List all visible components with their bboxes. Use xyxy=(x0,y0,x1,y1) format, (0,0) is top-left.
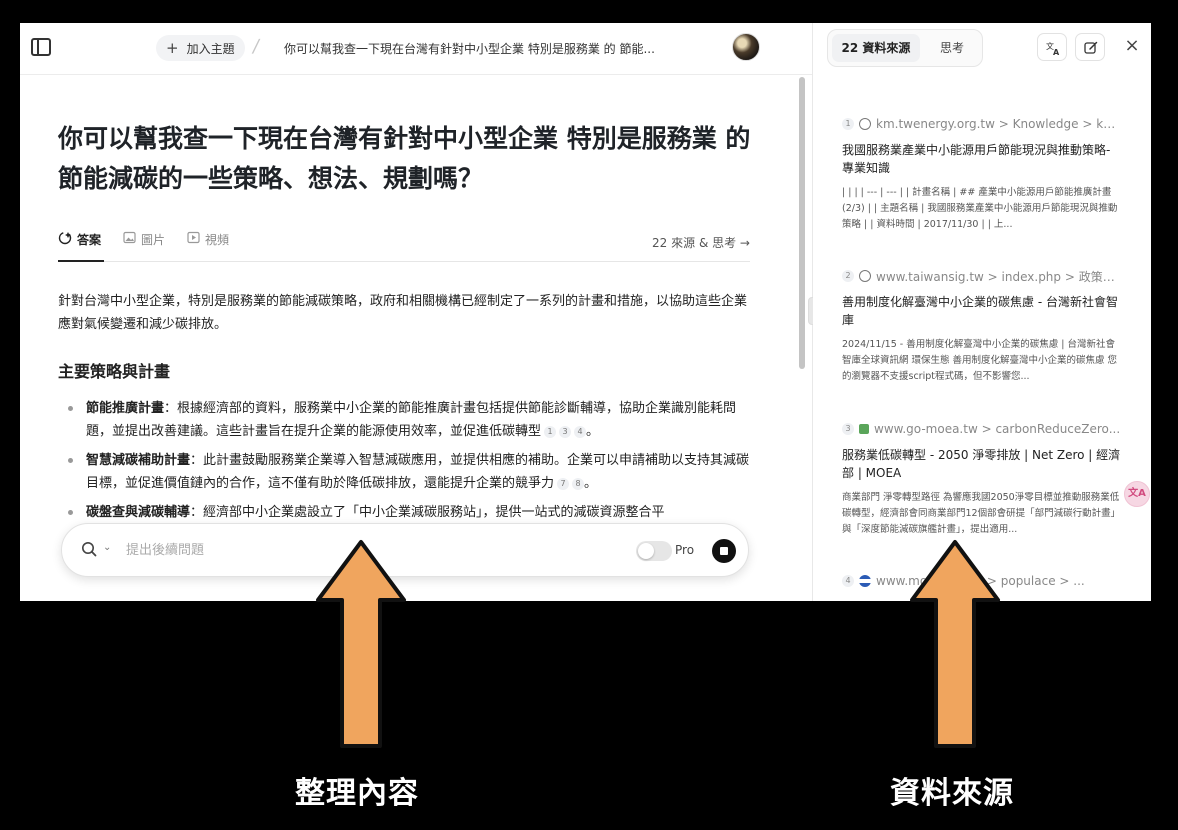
sources-pane-tabs: 22 資料來源 思考 xyxy=(827,29,983,67)
citation-badge[interactable]: 4 xyxy=(574,425,587,438)
stop-button[interactable] xyxy=(712,539,736,563)
pro-label: Pro xyxy=(675,543,695,557)
strategy-list: 節能推廣計畫：根據經濟部的資料，服務業中小企業的節能推廣計畫包括提供節能診斷輔導… xyxy=(64,397,754,530)
flag-favicon-icon xyxy=(859,575,871,587)
tab-sources[interactable]: 22 資料來源 xyxy=(832,34,920,62)
source-header: 3 www.go-moea.tw > carbonReduceZero... xyxy=(842,420,1122,438)
search-icon[interactable] xyxy=(81,541,97,557)
source-site: km.twenergy.org.tw > Knowledge > kno... xyxy=(876,117,1122,131)
tab-thinking[interactable]: 思考 xyxy=(940,34,964,62)
add-topic-button[interactable]: + 加入主題 xyxy=(156,35,245,61)
sidebar-toggle-icon[interactable] xyxy=(31,38,51,56)
section-heading: 主要策略與計畫 xyxy=(58,362,171,381)
source-header: 1 km.twenergy.org.tw > Knowledge > kno..… xyxy=(842,115,1122,133)
app-window: + 加入主題 / 你可以幫我查一下現在台灣有針對中小型企業 特別是服務業 的 節… xyxy=(20,23,1151,601)
source-card[interactable]: 2 www.taiwansig.tw > index.php > 政策報... … xyxy=(842,267,1122,385)
source-site: www.taiwansig.tw > index.php > 政策報... xyxy=(876,269,1122,284)
source-number: 3 xyxy=(842,423,854,435)
source-number: 2 xyxy=(842,270,854,282)
list-item: 智慧減碳補助計畫：此計畫鼓勵服務業企業導入智慧減碳應用，並提供相應的補助。企業可… xyxy=(64,449,754,495)
breadcrumb-separator: / xyxy=(251,36,261,57)
list-item-text: ：根據經濟部的資料，服務業中小企業的節能推廣計畫包括提供節能診斷輔導，協助企業識… xyxy=(86,401,737,439)
source-number: 1 xyxy=(842,118,854,130)
breadcrumb-thread-title[interactable]: 你可以幫我查一下現在台灣有針對中小型企業 特別是服務業 的 節能... xyxy=(284,40,704,57)
tab-videos-label: 視頻 xyxy=(205,233,230,247)
source-site: www.go-moea.tw > carbonReduceZero... xyxy=(874,422,1121,436)
answer-tabs: 答案 圖片 視頻 22 來源 & 思考 → xyxy=(58,227,750,262)
svg-text:A: A xyxy=(1053,48,1060,56)
scrollbar-thumb[interactable] xyxy=(799,77,805,369)
source-card[interactable]: 3 www.go-moea.tw > carbonReduceZero... 服… xyxy=(842,420,1122,538)
question-title: 你可以幫我查一下現在台灣有針對中小型企業 特別是服務業 的 節能減碳的一些策略、… xyxy=(58,124,751,193)
source-snippet: 商業部門 淨零轉型路徑 為響應我國2050淨零目標並推動服務業低碳轉型，經濟部會… xyxy=(842,492,1121,535)
sources-and-thinking-link[interactable]: 22 來源 & 思考 → xyxy=(652,234,750,251)
leaf-favicon-icon xyxy=(859,424,869,434)
caption-data-sources: 資料來源 xyxy=(890,776,1014,811)
list-item: 碳盤查與減碳輔導：經濟部中小企業處設立了「中小企業減碳服務站」，提供一站式的減碳… xyxy=(64,501,754,524)
list-item-heading: 碳盤查與減碳輔導 xyxy=(86,505,191,520)
chevron-down-icon[interactable]: ⌄ xyxy=(103,542,111,553)
citation-badge[interactable]: 8 xyxy=(572,477,585,490)
source-snippet: | | | | --- | --- | | 計畫名稱 | ## 產業中小能源用戶… xyxy=(842,187,1118,230)
globe-icon xyxy=(859,118,871,130)
answer-intro: 針對台灣中小型企業，特別是服務業的節能減碳策略，政府和相關機構已經制定了一系列的… xyxy=(58,294,748,332)
add-topic-label: 加入主題 xyxy=(186,41,235,56)
citation-badge[interactable]: 3 xyxy=(559,425,572,438)
arrow-up-annotation xyxy=(910,540,1000,748)
source-title[interactable]: 善用制度化解臺灣中小企業的碳焦慮 - 台灣新社會智庫 xyxy=(842,293,1122,329)
edit-button[interactable] xyxy=(1075,33,1105,61)
source-header: 2 www.taiwansig.tw > index.php > 政策報... xyxy=(842,267,1122,285)
source-number: 4 xyxy=(842,575,854,587)
close-icon[interactable]: × xyxy=(1124,37,1140,55)
source-card[interactable]: 1 km.twenergy.org.tw > Knowledge > kno..… xyxy=(842,115,1122,233)
edit-icon xyxy=(1084,41,1098,54)
list-item: 節能推廣計畫：根據經濟部的資料，服務業中小企業的節能推廣計畫包括提供節能診斷輔導… xyxy=(64,397,754,443)
pro-toggle[interactable] xyxy=(636,541,672,561)
tab-videos[interactable]: 視頻 xyxy=(187,231,229,261)
source-snippet: 2024/11/15 - 善用制度化解臺灣中小企業的碳焦慮 | 台灣新社會智庫全… xyxy=(842,339,1118,382)
sparkle-answer-icon xyxy=(58,231,72,249)
citation-badge[interactable]: 1 xyxy=(544,425,557,438)
tab-answer[interactable]: 答案 xyxy=(58,231,104,262)
globe-icon xyxy=(859,270,871,282)
citation-badge[interactable]: 7 xyxy=(557,477,570,490)
tab-images-label: 圖片 xyxy=(141,233,166,247)
caption-organize-content: 整理內容 xyxy=(295,776,419,811)
list-item-heading: 智慧減碳補助計畫 xyxy=(86,453,191,468)
source-title[interactable]: 服務業低碳轉型 - 2050 淨零排放 | Net Zero | 經濟部 | M… xyxy=(842,446,1122,482)
answer-pane: + 加入主題 / 你可以幫我查一下現在台灣有針對中小型企業 特別是服務業 的 節… xyxy=(20,23,812,601)
floating-translate-badge[interactable]: 文A xyxy=(1124,481,1150,507)
image-icon xyxy=(123,231,136,248)
user-avatar[interactable] xyxy=(732,33,760,61)
list-item-end: 。 xyxy=(586,424,600,439)
list-item-end: 。 xyxy=(584,476,598,491)
tab-answer-label: 答案 xyxy=(77,233,102,247)
list-item-text: ：經濟部中小企業處設立了「中小企業減碳服務站」，提供一站式的減碳資源整合平 xyxy=(190,505,665,520)
tab-images[interactable]: 圖片 xyxy=(123,231,165,261)
sources-pane: 22 資料來源 思考 文A × 1 km.twenergy.org.tw > K… xyxy=(813,23,1151,601)
translate-button[interactable]: 文A xyxy=(1037,33,1067,61)
arrow-up-annotation xyxy=(316,540,406,748)
top-bar: + 加入主題 / 你可以幫我查一下現在台灣有針對中小型企業 特別是服務業 的 節… xyxy=(20,23,812,75)
list-item-heading: 節能推廣計畫 xyxy=(86,401,165,416)
source-title[interactable]: 我國服務業產業中小能源用戶節能現況與推動策略-專業知識 xyxy=(842,141,1122,177)
play-video-icon xyxy=(187,231,200,248)
plus-icon: + xyxy=(166,38,179,57)
translate-icon: 文A xyxy=(1046,41,1060,56)
